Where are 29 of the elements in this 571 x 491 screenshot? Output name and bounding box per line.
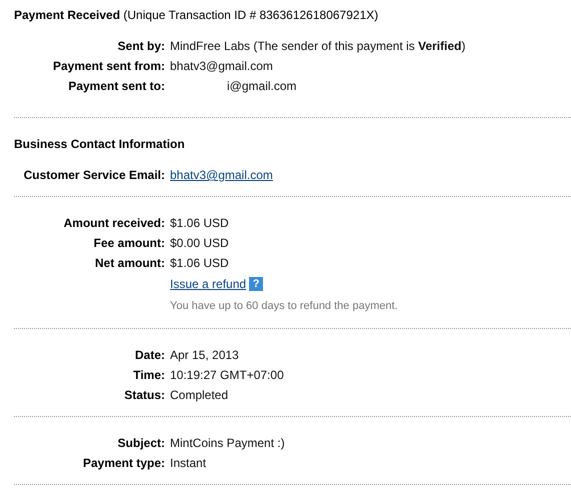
field-value: i@gmail.com bbox=[227, 78, 297, 95]
refund-link[interactable]: Issue a refund bbox=[170, 275, 246, 293]
page-title: Payment Received (Unique Transaction ID # 8363612618067921X) bbox=[14, 7, 380, 24]
field-value: $0.00 USD bbox=[170, 235, 229, 252]
field-value: MindFree Labs (The sender of this payment is Verified) bbox=[170, 38, 466, 55]
field-label: Customer Service Email: bbox=[24, 168, 165, 182]
field-label: Payment type: bbox=[82, 456, 165, 470]
field-value: Instant bbox=[170, 455, 206, 472]
field-value: 10:19:27 GMT+07:00 bbox=[170, 367, 284, 384]
field-label: Time: bbox=[133, 368, 165, 382]
field-value: $1.06 USD bbox=[170, 215, 229, 232]
field-label: Payment sent to: bbox=[68, 79, 165, 93]
field-value: Apr 15, 2013 bbox=[170, 347, 239, 364]
refund-note: You have up to 60 days to refund the payment. bbox=[170, 298, 398, 314]
email-link[interactable]: bhatv3@gmail.com bbox=[170, 166, 273, 184]
field-label: Sent by: bbox=[118, 39, 165, 53]
field-label: Status: bbox=[124, 388, 165, 402]
field-label: Net amount: bbox=[95, 256, 165, 270]
section-heading: Business Contact Information bbox=[14, 136, 186, 153]
field-value: MintCoins Payment :) bbox=[170, 435, 285, 452]
help-icon[interactable]: ? bbox=[249, 277, 264, 291]
field-label: Amount received: bbox=[64, 216, 165, 230]
field-value: bhatv3@gmail.com bbox=[170, 58, 273, 75]
field-value: Completed bbox=[170, 387, 228, 404]
field-label: Date: bbox=[134, 348, 165, 362]
field-label: Subject: bbox=[118, 436, 165, 450]
field-label: Fee amount: bbox=[94, 236, 165, 250]
field-label: Payment sent from: bbox=[52, 59, 165, 73]
field-value: $1.06 USD bbox=[170, 255, 229, 272]
